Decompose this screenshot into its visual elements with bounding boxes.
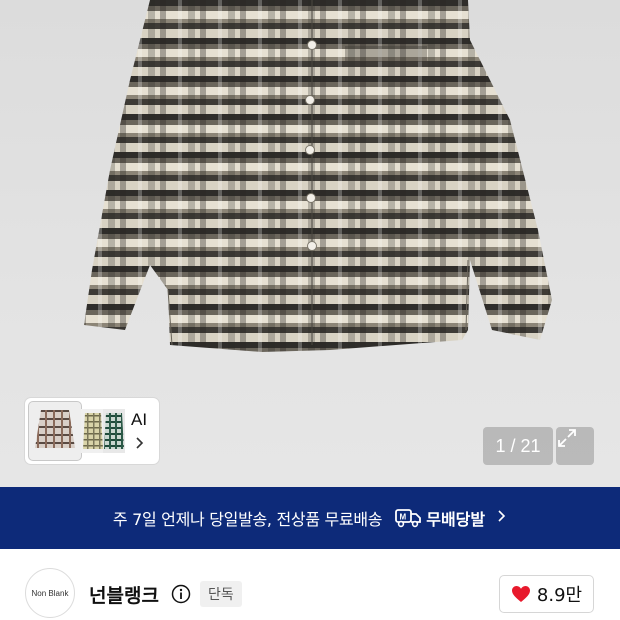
image-counter: 1 / 21 [483,427,553,465]
expand-icon[interactable] [556,427,594,465]
chevron-right-icon [497,508,507,528]
svg-text:M: M [400,513,407,522]
product-image[interactable]: AI 1 / 21 [0,0,620,487]
store-logo[interactable]: Non Blank [25,568,75,618]
exclusive-badge: 단독 [200,581,242,607]
free-shipping-label: 무배당발 [426,510,486,529]
like-count: 8.9만 [536,585,583,606]
thumbnail-2 [81,409,105,453]
thumbnail-3 [103,409,125,453]
heart-icon [511,586,530,602]
shipping-banner[interactable]: 주 7일 언제나 당일발송, 전상품 무료배송 M 무배당발 [0,487,620,549]
store-name[interactable]: 넌블랭크 [89,581,159,608]
store-logo-text: Non Blank [31,588,69,598]
thumbnail-main [29,402,81,460]
like-button[interactable]: 8.9만 [499,575,594,613]
store-row: Non Blank 넌블랭크 단독 8.9만 [0,549,620,620]
truck-icon: M [394,507,422,529]
ai-recommend-card[interactable]: AI [25,398,159,464]
info-icon[interactable] [171,584,191,604]
banner-text: 주 7일 언제나 당일발송, 전상품 무료배송 [112,510,383,529]
ai-thumbnails [29,402,125,460]
ai-label: AI [131,410,148,429]
